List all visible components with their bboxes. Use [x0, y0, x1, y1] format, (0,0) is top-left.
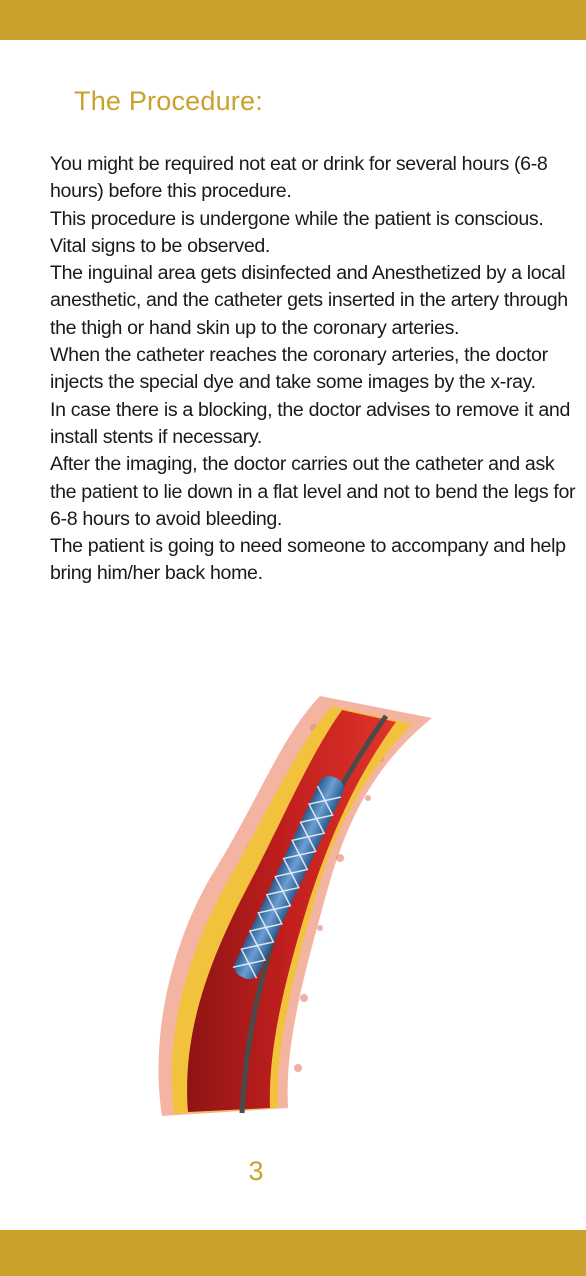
paragraph-vital-signs: Vital signs to be observed.	[50, 234, 271, 257]
top-header-band	[0, 0, 586, 40]
procedure-text: You might be required not eat or drink f…	[50, 151, 584, 588]
page-number: 3	[248, 1156, 264, 1186]
artery-stent-illustration	[158, 696, 432, 1116]
bottom-footer-band	[0, 1230, 586, 1276]
paragraph-stents: In case there is a blocking, the doctor …	[50, 398, 570, 448]
paragraph-insertion: The inguinal area gets disinfected and A…	[50, 262, 568, 339]
paragraph-dye-imaging: When the catheter reaches the coronary a…	[50, 344, 548, 394]
paragraph-conscious: This procedure is undergone while the pa…	[50, 207, 544, 230]
paragraph-accompany: The patient is going to need someone to …	[50, 535, 566, 585]
paragraph-after-imaging: After the imaging, the doctor carries ou…	[50, 453, 576, 530]
page-title: The Procedure:	[74, 86, 263, 116]
paragraph-fasting: You might be required not eat or drink f…	[50, 153, 548, 203]
